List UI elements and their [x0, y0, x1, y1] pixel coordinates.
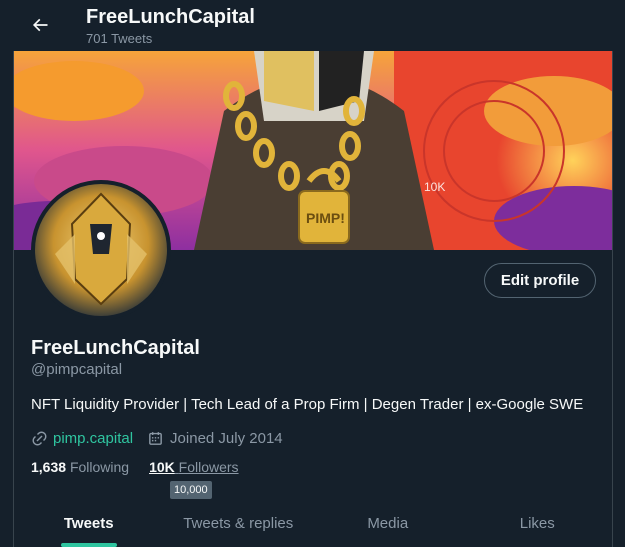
avatar-image [35, 184, 167, 316]
following-count: 1,638 [31, 459, 67, 475]
profile-tabs: Tweets Tweets & replies Media Likes [14, 500, 612, 547]
calendar-icon [149, 431, 162, 445]
tab-media[interactable]: Media [313, 500, 463, 547]
profile-bio: NFT Liquidity Provider | Tech Lead of a … [31, 396, 584, 413]
tab-label: Tweets & replies [183, 515, 294, 532]
avatar[interactable] [31, 180, 171, 320]
followers-label: Followers [178, 459, 239, 475]
svg-text:PIMP!: PIMP! [306, 210, 345, 226]
followers-count: 10K [149, 459, 175, 475]
followers-link[interactable]: 10K Followers [149, 459, 238, 475]
joined-date: Joined July 2014 [170, 429, 283, 447]
following-link[interactable]: 1,638 Following [31, 459, 129, 475]
svg-text:10K: 10K [424, 180, 445, 194]
tab-label: Tweets [63, 515, 114, 532]
followers-tooltip: 10,000 [170, 481, 212, 499]
website-item[interactable]: pimp.capital [31, 430, 133, 447]
tab-label: Media [367, 515, 409, 532]
edit-profile-button[interactable]: Edit profile [484, 263, 596, 298]
tab-label: Likes [519, 515, 555, 532]
profile-header-bar: FreeLunchCapital 701 Tweets [0, 0, 625, 51]
joined-item: Joined July 2014 [147, 430, 283, 447]
following-label: Following [69, 459, 130, 475]
user-handle: @pimpcapital [31, 361, 123, 378]
arrow-left-icon [32, 18, 48, 32]
website-link[interactable]: pimp.capital [53, 430, 133, 447]
back-button[interactable] [24, 9, 56, 41]
tab-tweets-replies[interactable]: Tweets & replies [164, 500, 314, 547]
profile-meta: pimp.capital Joined July 2014 [31, 428, 283, 448]
tab-tweets[interactable]: Tweets [14, 500, 164, 547]
tab-likes[interactable]: Likes [463, 500, 613, 547]
follow-stats: 1,638 Following 10K Followers [31, 459, 239, 475]
display-name: FreeLunchCapital [31, 337, 200, 359]
active-tab-indicator [60, 543, 117, 547]
link-icon [32, 431, 47, 445]
header-title: FreeLunchCapital [86, 6, 255, 28]
tweet-count: 701 Tweets [86, 31, 153, 46]
